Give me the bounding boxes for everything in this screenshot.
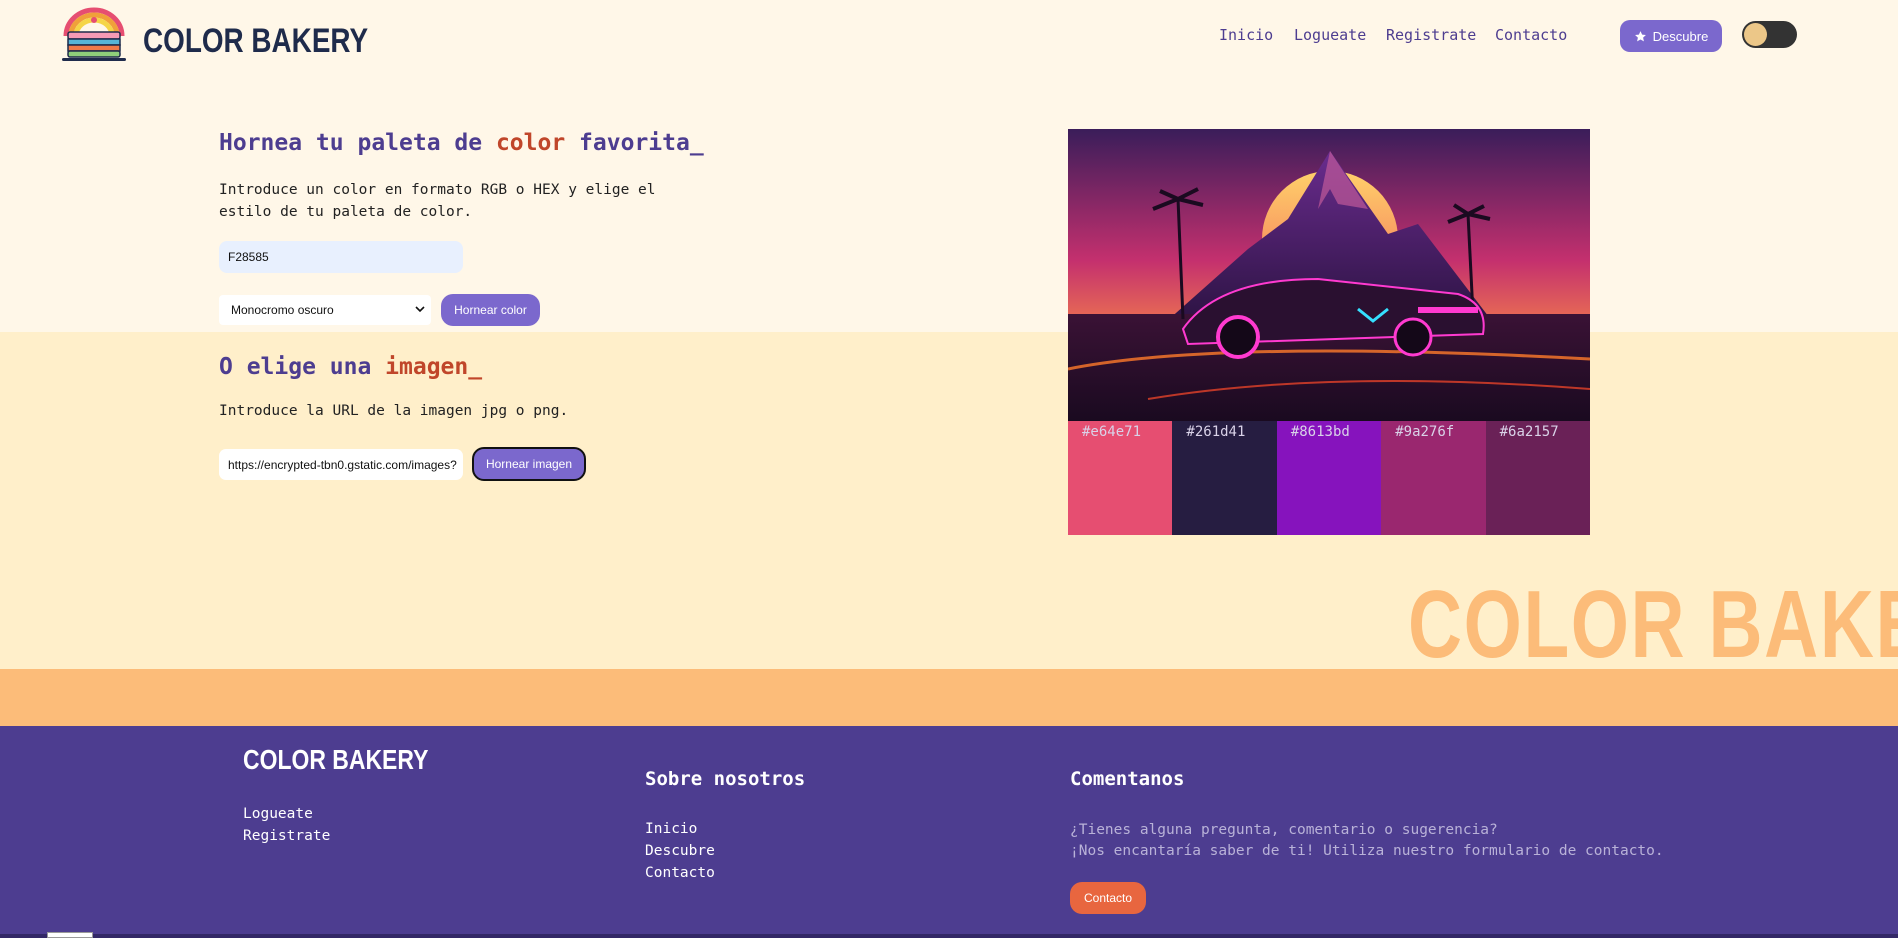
footer-about-title: Sobre nosotros — [645, 768, 806, 790]
descubre-button-label: Descubre — [1652, 28, 1709, 44]
hornear-imagen-button[interactable]: Hornear imagen — [472, 447, 586, 481]
footer-comment-title: Comentanos — [1070, 768, 1185, 790]
color-hex-input[interactable] — [219, 241, 463, 273]
hornear-color-button[interactable]: Hornear color — [441, 294, 540, 326]
brand-logo-text[interactable]: COLOR BAKERY — [143, 22, 368, 61]
palette-swatch[interactable]: #8613bd — [1276, 421, 1382, 535]
palette-swatch[interactable]: #9a276f — [1381, 421, 1486, 535]
toggle-knob — [1744, 23, 1767, 46]
nav-link-inicio[interactable]: Inicio — [1219, 26, 1273, 44]
image-title-accent: imagen_ — [385, 354, 483, 380]
swatch-hex-label: #261d41 — [1186, 424, 1246, 440]
title-part-1: Hornea tu paleta de — [219, 130, 496, 156]
swatch-hex-label: #9a276f — [1395, 424, 1455, 440]
image-section-description: Introduce la URL de la imagen jpg o png. — [219, 403, 569, 419]
footer-bottom-line — [0, 934, 1898, 938]
synthwave-car-image — [1068, 129, 1590, 421]
footer-comment-line-1: ¿Tienes alguna pregunta, comentario o su… — [1070, 822, 1498, 838]
footer-link-registrate[interactable]: Registrate — [243, 828, 330, 844]
title-accent-color: color — [495, 130, 566, 156]
palette-style-selected: Monocromo oscuro — [231, 303, 334, 317]
footer-contacto-button[interactable]: Contacto — [1070, 882, 1146, 914]
bakery-logo-icon[interactable] — [58, 6, 130, 64]
footer-link-descubre[interactable]: Descubre — [645, 843, 715, 859]
swatch-hex-label: #6a2157 — [1499, 424, 1559, 440]
palette-swatch[interactable]: #e64e71 — [1068, 421, 1173, 535]
corner-widget — [47, 932, 93, 938]
footer-link-contacto[interactable]: Contacto — [645, 865, 715, 881]
palette-swatches: #e64e71 #261d41 #8613bd #9a276f #6a2157 — [1068, 421, 1591, 535]
swatch-hex-label: #e64e71 — [1082, 424, 1142, 440]
title-part-2: favorita_ — [565, 130, 704, 156]
nav-link-logueate[interactable]: Logueate — [1294, 26, 1366, 44]
descubre-button[interactable]: Descubre — [1620, 20, 1722, 52]
image-section-title: O elige una imagen_ — [219, 354, 482, 380]
chevron-down-icon — [415, 306, 425, 313]
brand-watermark: COLOR BAKERY — [1408, 571, 1898, 678]
nav-link-contacto[interactable]: Contacto — [1495, 26, 1567, 44]
swatch-hex-label: #8613bd — [1290, 424, 1350, 440]
star-icon — [1634, 30, 1646, 41]
image-url-input[interactable]: https://encrypted-tbn0.gstatic.com/image… — [219, 449, 463, 480]
color-section-title: Hornea tu paleta de color favorita_ — [219, 130, 704, 156]
nav-link-registrate[interactable]: Registrate — [1386, 26, 1476, 44]
palette-swatch[interactable]: #261d41 — [1172, 421, 1277, 535]
color-section-description: Introduce un color en formato RGB o HEX … — [219, 182, 656, 220]
footer-comment-line-2: ¡Nos encantaría saber de ti! Utiliza nue… — [1070, 843, 1664, 859]
footer-brand[interactable]: COLOR BAKERY — [243, 744, 428, 776]
footer-link-inicio[interactable]: Inicio — [645, 821, 697, 837]
theme-toggle[interactable] — [1742, 21, 1797, 48]
palette-swatch[interactable]: #6a2157 — [1485, 421, 1591, 535]
palette-style-select[interactable]: Monocromo oscuro — [219, 295, 431, 325]
image-title-part-1: O elige una — [219, 354, 386, 380]
footer-link-logueate[interactable]: Logueate — [243, 806, 313, 822]
